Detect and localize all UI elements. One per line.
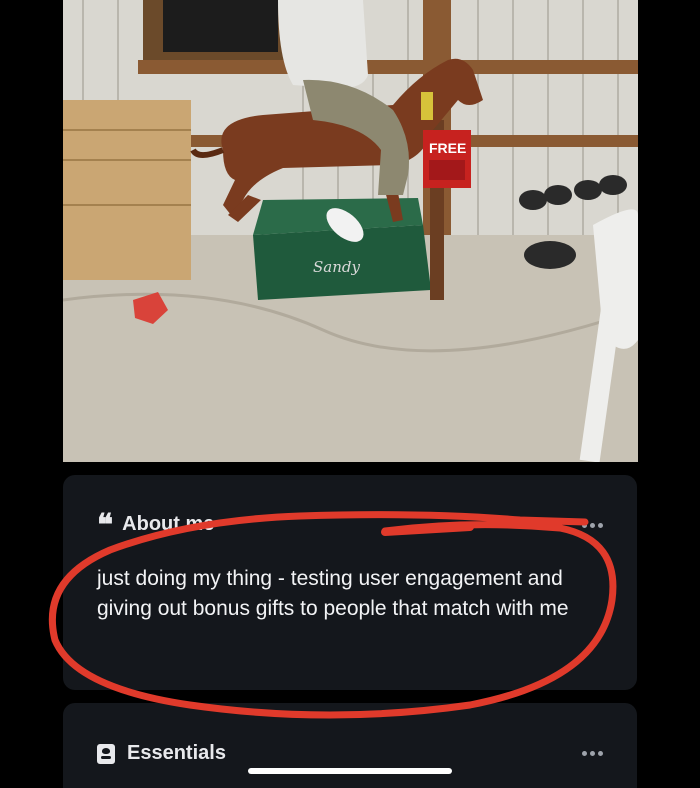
profile-screen: Sandy FREE ❝ About me just doing my thin… [0, 0, 700, 788]
essentials-card: Essentials [63, 703, 637, 788]
id-card-icon [97, 743, 115, 764]
more-dots-icon[interactable] [582, 523, 603, 528]
essentials-more-dots-icon[interactable] [582, 751, 603, 756]
quote-icon: ❝ [97, 507, 114, 543]
home-indicator[interactable] [248, 768, 452, 774]
about-me-card: ❝ About me just doing my thing - testing… [63, 475, 637, 690]
photo-illustration: Sandy FREE [63, 0, 638, 462]
base-label: Sandy [313, 258, 360, 276]
about-me-title: About me [122, 513, 215, 535]
profile-photo[interactable]: Sandy FREE [63, 0, 638, 462]
essentials-header: Essentials [97, 742, 226, 765]
about-me-text: just doing my thing - testing user engag… [97, 567, 569, 620]
essentials-title: Essentials [127, 742, 226, 764]
free-sign-label: FREE [429, 140, 466, 156]
about-me-header: ❝ About me [97, 507, 215, 543]
